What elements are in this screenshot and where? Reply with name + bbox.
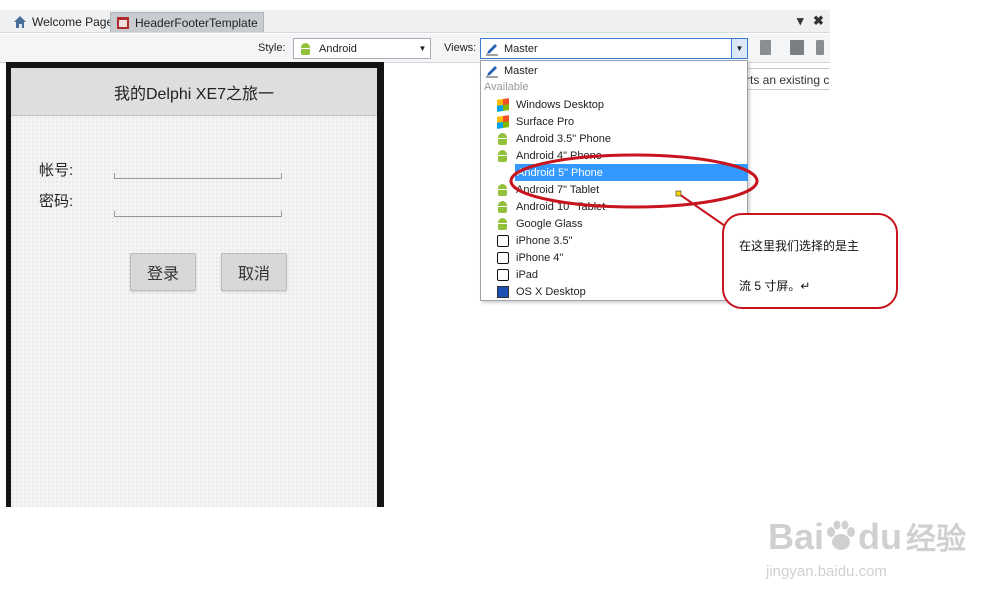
option-label: Android 5" Phone — [517, 166, 603, 179]
device-frame: 我的Delphi XE7之旅一 帐号: 密码: 登录 取消 — [6, 62, 384, 507]
callout-text-line1: 在这里我们选择的是主 — [739, 239, 860, 253]
option-label: iPhone 4" — [516, 251, 564, 264]
views-option-master[interactable]: Master — [483, 62, 538, 79]
style-label: Style: — [258, 42, 286, 54]
annotation-callout: 在这里我们选择的是主 流 5 寸屏。↵ — [722, 213, 898, 309]
close-tab-icon[interactable]: ✖ — [813, 13, 824, 29]
android-icon — [497, 200, 509, 213]
android-icon — [497, 132, 509, 145]
views-option[interactable]: Surface Pro — [483, 113, 574, 130]
chevron-down-icon[interactable]: ▼ — [415, 39, 430, 58]
views-option[interactable]: OS X Desktop — [483, 283, 586, 300]
mac-icon — [497, 285, 509, 298]
views-label: Views: — [444, 42, 477, 54]
android-icon — [497, 217, 509, 230]
views-option[interactable]: Windows Desktop — [483, 96, 604, 113]
phone-icon — [497, 234, 509, 247]
option-label: Android 10" Tablet — [516, 200, 606, 213]
watermark-jingyan: 经验 — [906, 523, 967, 556]
form-header: 我的Delphi XE7之旅一 — [11, 68, 377, 116]
views-option[interactable]: iPad — [483, 266, 538, 283]
android-icon — [497, 183, 509, 196]
views-option[interactable]: Android 7" Tablet — [483, 181, 599, 198]
tab-header-footer-template[interactable]: HeaderFooterTemplate — [110, 12, 264, 32]
option-label: Android 7" Tablet — [516, 183, 600, 196]
tab-label: HeaderFooterTemplate — [135, 15, 258, 30]
style-value: Android — [319, 42, 357, 55]
views-dropdown-list: Master Available Windows Desktop Surface… — [480, 60, 748, 301]
views-option-selected[interactable]: Android 5" Phone — [515, 164, 748, 181]
option-label: Windows Desktop — [516, 98, 605, 111]
option-label: iPhone 3.5" — [516, 234, 573, 247]
page-title: 我的Delphi XE7之旅一 — [113, 85, 275, 103]
designer-toolbar: Style: Android ▼ Views: Master ▼ — [0, 34, 830, 63]
option-label: Surface Pro — [516, 115, 575, 128]
views-option[interactable]: iPhone 4" — [483, 249, 563, 266]
views-option[interactable]: Google Glass — [483, 215, 583, 232]
tablet-icon — [497, 268, 509, 281]
background-text-snippet: rts an existing c — [742, 68, 830, 90]
account-input[interactable] — [114, 173, 282, 179]
available-heading: Available — [484, 81, 529, 93]
android-icon — [300, 42, 311, 55]
password-label: 密码: — [39, 193, 74, 210]
cancel-button[interactable]: 取消 — [221, 253, 287, 291]
watermark-brand-suffix: du — [858, 516, 903, 557]
views-option[interactable]: Android 4" Phone — [483, 147, 602, 164]
option-label: Google Glass — [516, 217, 583, 230]
callout-text-line2: 流 5 寸屏。↵ — [739, 279, 811, 293]
pencil-icon — [486, 43, 498, 55]
views-option[interactable]: Android 10" Tablet — [483, 198, 605, 215]
tab-bar: Welcome Page HeaderFooterTemplate ▾ ✖ — [0, 10, 830, 33]
form-canvas: 我的Delphi XE7之旅一 帐号: 密码: 登录 取消 — [11, 68, 377, 507]
option-label: Android 3.5" Phone — [516, 132, 612, 145]
views-combo[interactable]: Master ▼ — [480, 38, 748, 59]
views-option[interactable]: iPhone 3.5" — [483, 232, 573, 249]
watermark-url: jingyan.baidu.com — [766, 563, 887, 580]
document-icon[interactable] — [760, 40, 771, 55]
views-option[interactable]: Android 3.5" Phone — [483, 130, 611, 147]
puzzle-icon[interactable] — [790, 40, 804, 55]
password-input[interactable] — [114, 211, 282, 217]
android-icon — [497, 149, 509, 162]
style-combo[interactable]: Android ▼ — [293, 38, 431, 59]
toolbar-extra-icon[interactable] — [816, 40, 824, 55]
option-label: Master — [504, 64, 538, 77]
windows-icon — [497, 97, 509, 112]
tab-label: Welcome Page — [32, 14, 114, 29]
tab-list-dropdown-icon[interactable]: ▾ — [797, 13, 804, 29]
pencil-icon — [486, 65, 498, 77]
option-label: OS X Desktop — [516, 285, 586, 298]
baidu-watermark: Bai du 经验 — [768, 514, 966, 558]
views-value: Master — [504, 42, 538, 55]
paw-icon — [827, 520, 856, 550]
home-icon — [14, 15, 26, 28]
windows-icon — [497, 114, 509, 129]
tab-welcome-page[interactable]: Welcome Page — [8, 12, 118, 31]
form-file-icon — [117, 16, 129, 29]
account-label: 帐号: — [39, 162, 74, 179]
option-label: iPad — [516, 268, 539, 281]
login-button[interactable]: 登录 — [130, 253, 196, 291]
watermark-brand: Bai — [768, 516, 825, 557]
option-label: Android 4" Phone — [516, 149, 602, 162]
phone-icon — [497, 251, 509, 264]
chevron-down-icon[interactable]: ▼ — [731, 39, 747, 58]
